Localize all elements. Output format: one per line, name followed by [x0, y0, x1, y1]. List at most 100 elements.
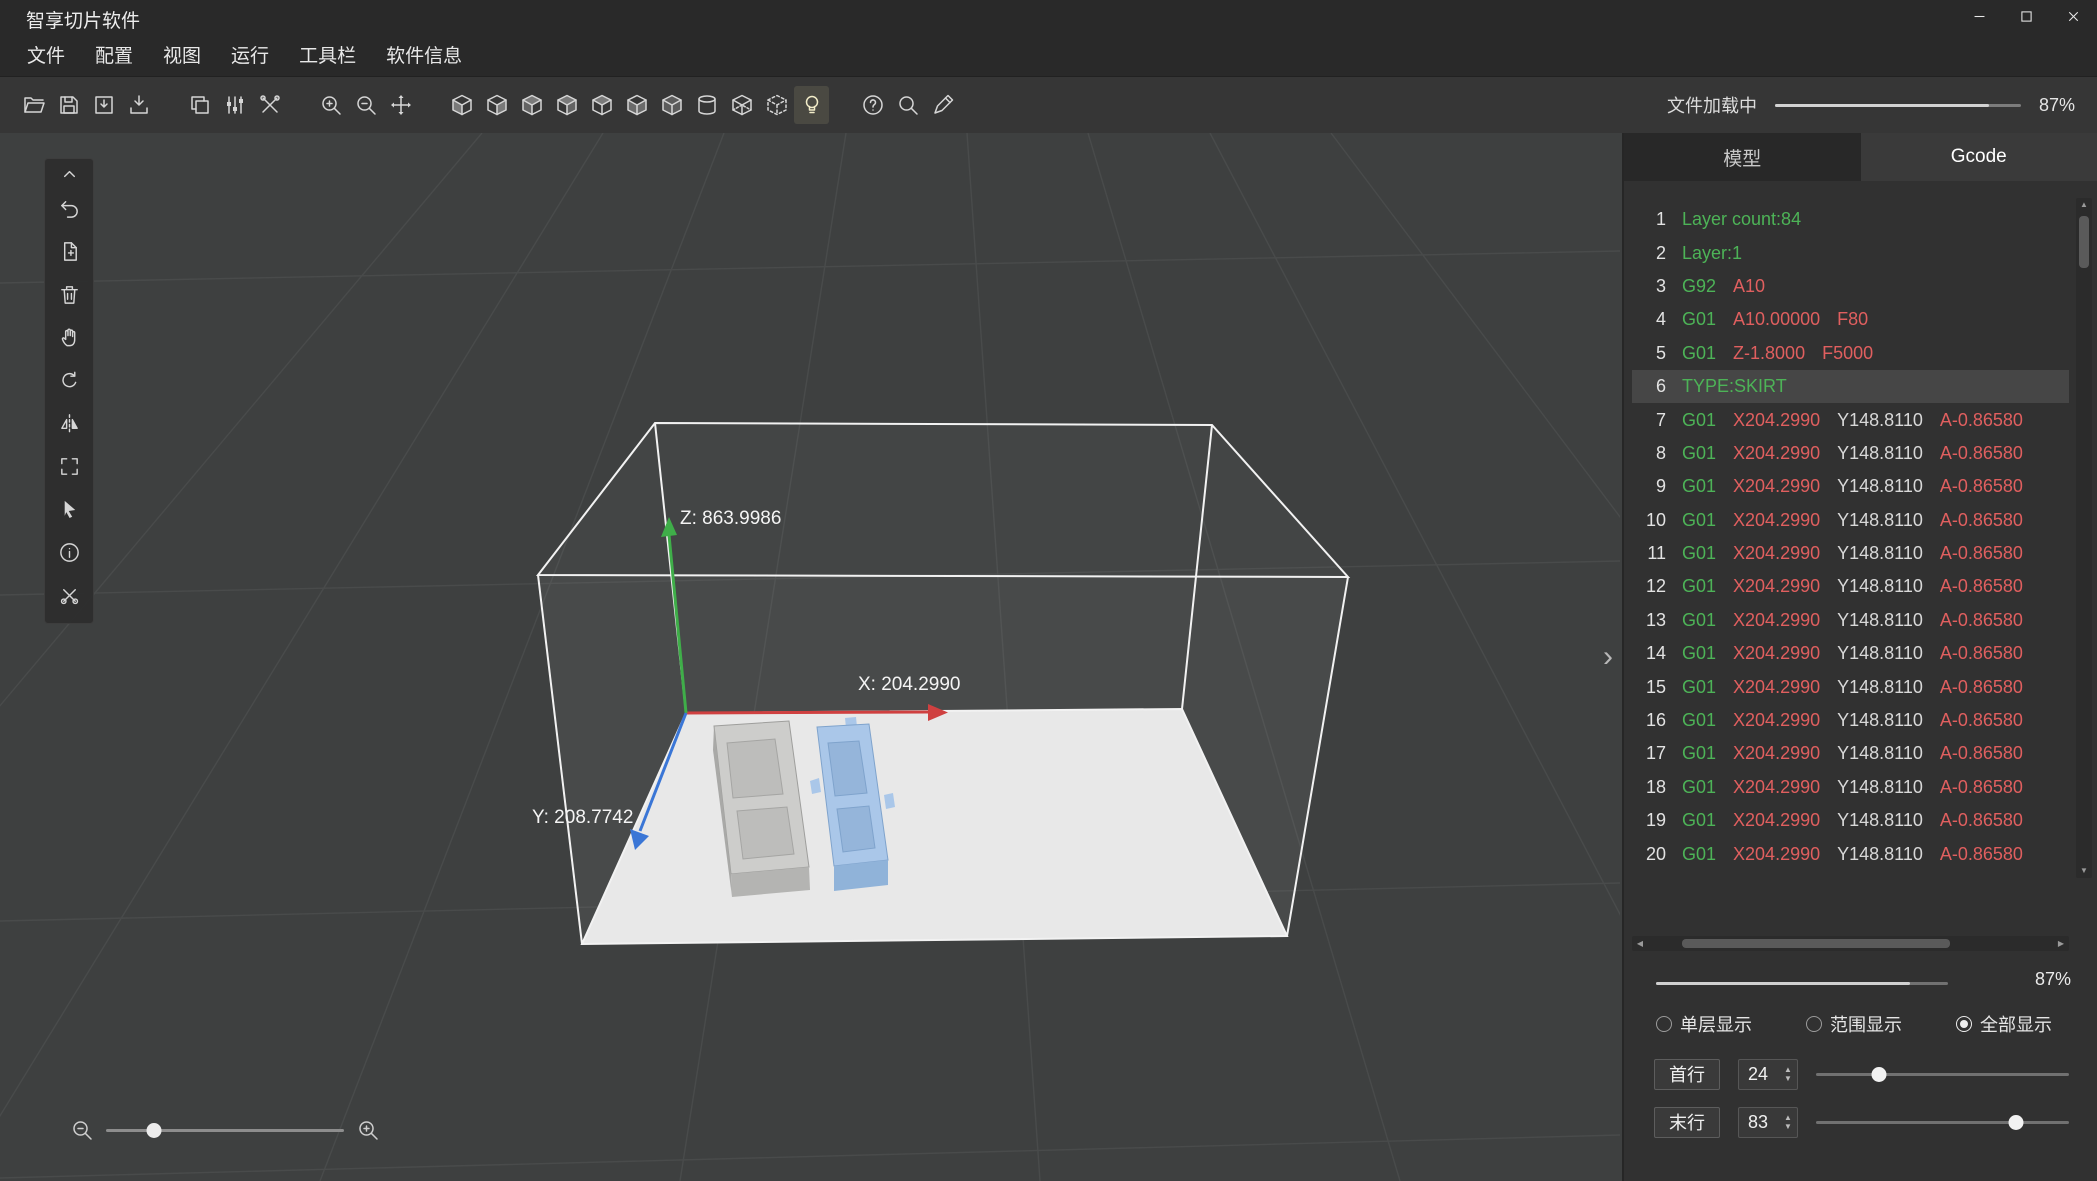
menu-item-3[interactable]: 视图	[148, 38, 216, 76]
zoom-in-icon[interactable]	[356, 1118, 380, 1142]
radio-all-dot[interactable]	[1956, 1016, 1972, 1032]
undo-icon[interactable]	[48, 187, 90, 230]
view-top-icon[interactable]	[584, 86, 619, 124]
info-icon[interactable]	[48, 531, 90, 574]
first-line-spinner[interactable]: 24 ▲▼	[1738, 1059, 1798, 1090]
view-bottom-icon[interactable]	[619, 86, 654, 124]
gcode-line[interactable]: 16G01X204.2990Y148.8110A-0.86580	[1632, 704, 2069, 737]
view-right-icon[interactable]	[549, 86, 584, 124]
tools-icon[interactable]	[252, 86, 287, 124]
wire-cube-icon[interactable]	[724, 86, 759, 124]
move-icon[interactable]	[383, 86, 418, 124]
gcode-line[interactable]: 12G01X204.2990Y148.8110A-0.86580	[1632, 570, 2069, 603]
gcode-line[interactable]: 19G01X204.2990Y148.8110A-0.86580	[1632, 804, 2069, 837]
gcode-line[interactable]: 20G01X204.2990Y148.8110A-0.86580	[1632, 837, 2069, 870]
menu-item-4[interactable]: 运行	[216, 38, 284, 76]
gcode-line[interactable]: 6TYPE:SKIRT	[1632, 370, 2069, 403]
view-back-icon[interactable]	[479, 86, 514, 124]
rotate-icon[interactable]	[48, 359, 90, 402]
scroll-up-arrow[interactable]: ▲	[2076, 198, 2092, 212]
delete-icon[interactable]	[48, 273, 90, 316]
first-line-button[interactable]: 首行	[1654, 1059, 1720, 1090]
view-left-icon[interactable]	[514, 86, 549, 124]
last-line-slider[interactable]	[1816, 1106, 2069, 1138]
viewport-3d[interactable]: Z: 863.9986 X: 204.2990 Y: 208.7742	[0, 133, 1620, 1181]
gcode-line-number: 4	[1636, 309, 1666, 330]
gcode-line[interactable]: 14G01X204.2990Y148.8110A-0.86580	[1632, 637, 2069, 670]
gcode-line[interactable]: 2Layer:1	[1632, 236, 2069, 269]
last-line-slider-knob[interactable]	[2008, 1115, 2023, 1130]
export-icon[interactable]	[121, 86, 156, 124]
vertical-scroll-thumb[interactable]	[2079, 216, 2089, 268]
gcode-horizontal-scrollbar[interactable]: ◀ ▶	[1632, 936, 2069, 951]
menu-item-5[interactable]: 工具栏	[284, 38, 371, 76]
radio-range-dot[interactable]	[1806, 1016, 1822, 1032]
last-line-spinner-arrows[interactable]: ▲▼	[1781, 1114, 1797, 1131]
help-icon[interactable]	[855, 86, 890, 124]
gcode-line[interactable]: 11G01X204.2990Y148.8110A-0.86580	[1632, 537, 2069, 570]
radio-range[interactable]: 范围显示	[1806, 1011, 1902, 1037]
pen-icon[interactable]	[925, 86, 960, 124]
gcode-line[interactable]: 18G01X204.2990Y148.8110A-0.86580	[1632, 771, 2069, 804]
scroll-up-icon[interactable]	[48, 161, 90, 187]
gcode-line[interactable]: 17G01X204.2990Y148.8110A-0.86580	[1632, 737, 2069, 770]
panel-collapse-handle[interactable]: ›	[1596, 636, 1620, 678]
mirror-icon[interactable]	[48, 402, 90, 445]
tab-gcode[interactable]: Gcode	[1861, 133, 2097, 181]
gcode-line[interactable]: 7G01X204.2990Y148.8110A-0.86580	[1632, 403, 2069, 436]
find-icon[interactable]	[890, 86, 925, 124]
gcode-token: Y148.8110	[1837, 510, 1923, 531]
gcode-line[interactable]: 1Layer count:84	[1632, 203, 2069, 236]
scroll-right-arrow[interactable]: ▶	[2054, 936, 2068, 951]
import-icon[interactable]	[86, 86, 121, 124]
open-file-icon[interactable]	[16, 86, 51, 124]
dot-cube-icon[interactable]	[759, 86, 794, 124]
zoom-out-icon[interactable]	[70, 1118, 94, 1142]
select-icon[interactable]	[48, 488, 90, 531]
close-button[interactable]	[2050, 0, 2097, 38]
menu-item-1[interactable]: 文件	[12, 38, 80, 76]
cylinder-icon[interactable]	[689, 86, 724, 124]
gcode-vertical-scrollbar[interactable]: ▲ ▼	[2076, 198, 2092, 878]
radio-all[interactable]: 全部显示	[1956, 1011, 2052, 1037]
last-line-spinner[interactable]: 83 ▲▼	[1738, 1107, 1798, 1138]
gcode-line[interactable]: 10G01X204.2990Y148.8110A-0.86580	[1632, 504, 2069, 537]
first-line-spinner-arrows[interactable]: ▲▼	[1781, 1066, 1797, 1083]
first-line-slider-track[interactable]	[1816, 1073, 2069, 1076]
pan-icon[interactable]	[48, 316, 90, 359]
zoom-in-icon[interactable]	[313, 86, 348, 124]
gcode-line[interactable]: 3G92A10	[1632, 270, 2069, 303]
gcode-line[interactable]: 5G01Z-1.8000F5000	[1632, 337, 2069, 370]
horizontal-scroll-thumb[interactable]	[1682, 939, 1950, 948]
gcode-line[interactable]: 13G01X204.2990Y148.8110A-0.86580	[1632, 604, 2069, 637]
last-line-button[interactable]: 末行	[1654, 1107, 1720, 1138]
gcode-line[interactable]: 8G01X204.2990Y148.8110A-0.86580	[1632, 437, 2069, 470]
view-iso-icon[interactable]	[654, 86, 689, 124]
maximize-button[interactable]	[2003, 0, 2050, 38]
radio-single-layer[interactable]: 单层显示	[1656, 1011, 1752, 1037]
adjust-icon[interactable]	[217, 86, 252, 124]
menu-item-6[interactable]: 软件信息	[371, 38, 477, 76]
first-line-slider[interactable]	[1816, 1058, 2069, 1090]
fit-view-icon[interactable]	[48, 445, 90, 488]
duplicate-icon[interactable]	[48, 230, 90, 273]
scroll-left-arrow[interactable]: ◀	[1633, 936, 1647, 951]
last-line-slider-track[interactable]	[1816, 1121, 2069, 1124]
view-front-icon[interactable]	[444, 86, 479, 124]
tab-model[interactable]: 模型	[1624, 133, 1861, 181]
first-line-slider-knob[interactable]	[1872, 1067, 1887, 1082]
zoom-slider-knob[interactable]	[146, 1123, 161, 1138]
save-icon[interactable]	[51, 86, 86, 124]
gcode-line[interactable]: 9G01X204.2990Y148.8110A-0.86580	[1632, 470, 2069, 503]
repair-icon[interactable]	[48, 574, 90, 617]
scroll-down-arrow[interactable]: ▼	[2076, 864, 2092, 878]
zoom-out-icon[interactable]	[348, 86, 383, 124]
zoom-slider[interactable]	[106, 1129, 344, 1132]
menu-item-2[interactable]: 配置	[80, 38, 148, 76]
gcode-line[interactable]: 4G01A10.00000F80	[1632, 303, 2069, 336]
copy-icon[interactable]	[182, 86, 217, 124]
radio-single-layer-dot[interactable]	[1656, 1016, 1672, 1032]
gcode-line[interactable]: 15G01X204.2990Y148.8110A-0.86580	[1632, 670, 2069, 703]
light-icon[interactable]	[794, 86, 829, 124]
minimize-button[interactable]	[1956, 0, 2003, 38]
